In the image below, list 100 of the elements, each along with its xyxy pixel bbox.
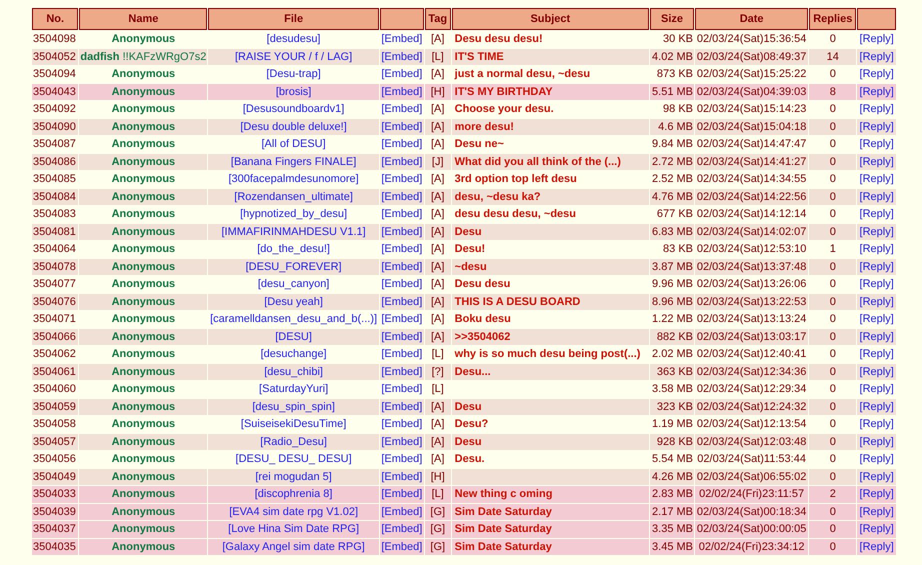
embed-link[interactable]: [Embed] [381, 296, 422, 308]
embed-link[interactable]: [Embed] [381, 470, 422, 483]
embed-link[interactable]: [Embed] [381, 436, 422, 448]
column-header: Replies [809, 8, 856, 30]
file-link[interactable]: [do_the_desu!] [257, 243, 330, 256]
reply-link[interactable]: [Reply] [860, 173, 894, 186]
post-number: 3504033 [32, 486, 78, 502]
post-date: 02/03/24(Sat)11:53:44 [695, 451, 808, 468]
embed-link[interactable]: [Embed] [381, 103, 422, 116]
file-link[interactable]: [caramelldansen_desu_and_b(...)] [210, 313, 378, 326]
reply-link[interactable]: [Reply] [860, 453, 894, 466]
reply-link[interactable]: [Reply] [860, 418, 894, 430]
post-date: 02/03/24(Sat)13:03:17 [695, 328, 808, 345]
reply-count: 0 [809, 118, 856, 135]
poster-name: Anonymous [112, 330, 176, 343]
file-link[interactable]: [desuchange] [260, 348, 327, 360]
post-date: 02/03/24(Sat)14:02:07 [695, 224, 808, 240]
reply-link[interactable]: [Reply] [860, 103, 894, 116]
embed-link[interactable]: [Embed] [381, 313, 422, 326]
file-size: 3.35 MB [650, 521, 694, 538]
file-tag: [?] [424, 364, 451, 380]
embed-link[interactable]: [Embed] [381, 243, 422, 256]
reply-link[interactable]: [Reply] [860, 278, 894, 290]
post-date: 02/03/24(Sat)12:13:54 [695, 416, 808, 432]
poster-name: Anonymous [112, 296, 176, 308]
reply-count: 0 [809, 154, 856, 170]
post-number: 3504035 [32, 538, 78, 555]
reply-link[interactable]: [Reply] [860, 68, 894, 80]
embed-link[interactable]: [Embed] [381, 523, 422, 536]
file-link[interactable]: [Desusoundboardv1] [242, 103, 344, 116]
embed-link[interactable]: [Embed] [381, 453, 422, 466]
embed-link[interactable]: [Embed] [381, 120, 422, 133]
thread-subject: >>3504062 [454, 330, 510, 343]
reply-link[interactable]: [Reply] [860, 243, 894, 256]
embed-link[interactable]: [Embed] [381, 348, 422, 360]
embed-link[interactable]: [Embed] [381, 260, 422, 273]
column-header: Tag [424, 8, 451, 30]
embed-link[interactable]: [Embed] [381, 138, 422, 150]
embed-link[interactable]: [Embed] [381, 330, 422, 343]
embed-link[interactable]: [Embed] [381, 226, 422, 238]
embed-link[interactable]: [Embed] [381, 488, 422, 500]
file-link[interactable]: [Desu-trap] [266, 68, 321, 80]
file-link[interactable]: [300facepalmdesunomore] [228, 173, 359, 186]
embed-link[interactable]: [Embed] [381, 418, 422, 430]
file-link[interactable]: [DESU_ DESU_ DESU] [236, 453, 352, 466]
post-date: 02/03/24(Sat)13:26:06 [695, 276, 808, 292]
reply-count: 2 [809, 486, 856, 502]
embed-link[interactable]: [Embed] [381, 50, 422, 63]
embed-link[interactable]: [Embed] [381, 33, 422, 46]
column-header: Date [695, 8, 808, 30]
embed-link[interactable]: [Embed] [381, 208, 422, 220]
post-number: 3504052 [32, 48, 78, 65]
poster-name: Anonymous [112, 260, 176, 273]
thread-subject: Sim Date Saturday [454, 506, 552, 518]
file-size: 3.87 MB [650, 258, 694, 275]
file-link[interactable]: [desu_canyon] [258, 278, 330, 290]
thread-subject: Desu [454, 436, 482, 448]
post-number: 3504081 [32, 224, 78, 240]
file-link[interactable]: [All of DESU] [262, 138, 326, 150]
thread-subject: Boku desu [454, 313, 511, 326]
reply-link[interactable]: [Reply] [860, 383, 894, 396]
thread-subject: New thing c oming [454, 488, 552, 500]
embed-link[interactable]: [Embed] [381, 400, 422, 413]
file-tag: [G] [424, 538, 451, 555]
reply-link[interactable]: [Reply] [860, 33, 894, 46]
file-tag: [A] [424, 118, 451, 135]
embed-link[interactable]: [Embed] [381, 173, 422, 186]
file-link[interactable]: [hypnotized_by_desu] [240, 208, 348, 220]
post-number: 3504057 [32, 434, 78, 450]
post-date: 02/03/24(Sat)12:24:32 [695, 398, 808, 415]
thread-subject: Desu [454, 226, 482, 238]
embed-link[interactable]: [Embed] [381, 540, 422, 553]
reply-link[interactable]: [Reply] [860, 208, 894, 220]
reply-link[interactable]: [Reply] [860, 348, 894, 360]
thread-subject: why is so much desu being post(...) [454, 348, 640, 360]
thread-subject: more desu! [454, 120, 514, 133]
embed-link[interactable]: [Embed] [381, 86, 422, 98]
file-link[interactable]: [SaturdayYuri] [259, 383, 328, 396]
poster-name: Anonymous [112, 103, 176, 116]
embed-link[interactable]: [Embed] [381, 366, 422, 378]
embed-link[interactable]: [Embed] [381, 506, 422, 518]
file-tag: [L] [424, 486, 451, 502]
file-link[interactable]: [DESU] [275, 330, 312, 343]
reply-link[interactable]: [Reply] [860, 138, 894, 150]
embed-link[interactable]: [Embed] [381, 68, 422, 80]
poster-name: Anonymous [112, 348, 176, 360]
poster-name: dadfish [80, 50, 120, 63]
embed-link[interactable]: [Embed] [381, 190, 422, 203]
file-tag: [J] [424, 154, 451, 170]
file-link[interactable]: [desudesu] [266, 33, 320, 46]
file-link[interactable]: [brosis] [276, 86, 312, 98]
poster-name: Anonymous [112, 190, 176, 203]
post-date: 02/03/24(Sat)15:25:22 [695, 66, 808, 82]
file-link[interactable]: [SuiseisekiDesuTime] [240, 418, 346, 430]
reply-count: 0 [809, 224, 856, 240]
embed-link[interactable]: [Embed] [381, 278, 422, 290]
embed-link[interactable]: [Embed] [381, 156, 422, 168]
file-size: 928 KB [650, 434, 694, 450]
embed-link[interactable]: [Embed] [381, 383, 422, 396]
reply-link[interactable]: [Reply] [860, 313, 894, 326]
